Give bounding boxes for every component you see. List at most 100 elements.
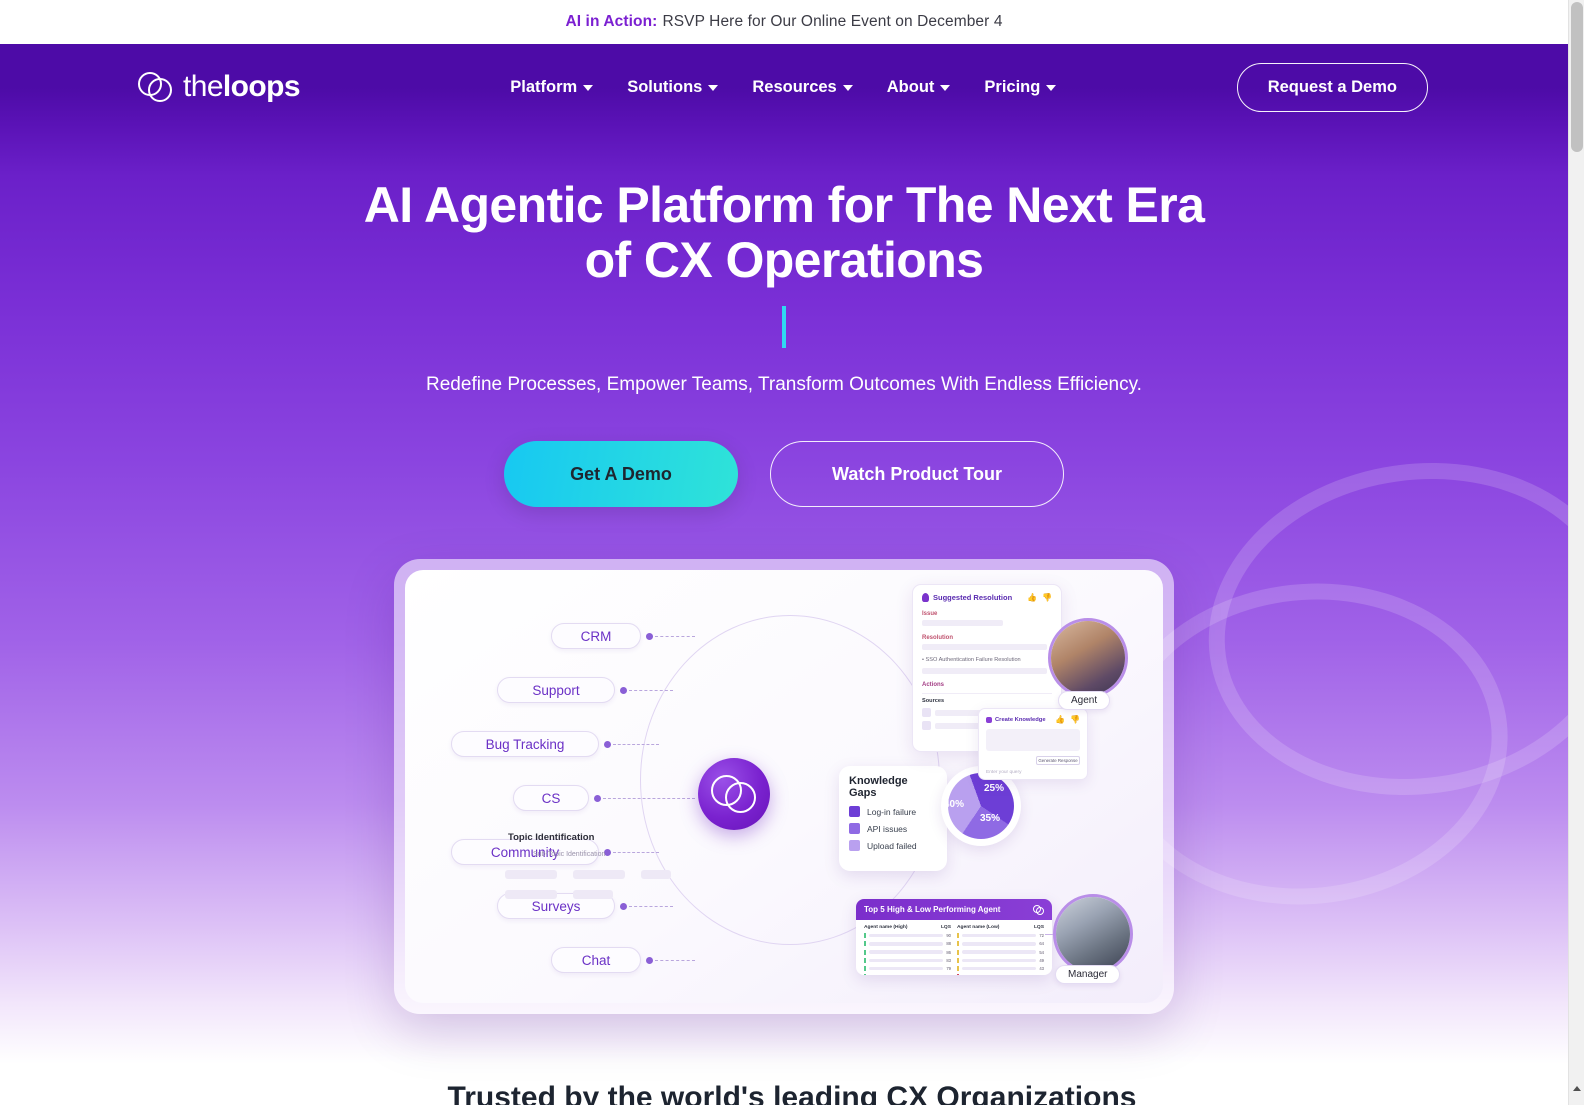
knowledge-gaps-card: Knowledge Gaps Log-in failure API issues… (839, 766, 947, 871)
create-knowledge-card: Create Knowledge 👍 👎 Generate Response E… (978, 708, 1088, 780)
source-pill-bug-tracking[interactable]: Bug Tracking (451, 731, 599, 757)
hero-copy: AI Agentic Platform for The Next Era of … (0, 130, 1568, 507)
table-row: 76 (864, 974, 951, 975)
legend-item: Log-in failure (849, 806, 937, 817)
placeholder-bar (573, 870, 625, 879)
legend-item: API issues (849, 823, 937, 834)
placeholder-bar (505, 890, 557, 899)
table-row: 88 (864, 941, 951, 947)
connector-dash (629, 690, 673, 691)
placeholder-bar (922, 644, 1047, 650)
announcement-link[interactable]: RSVP Here for Our Online Event on Decemb… (662, 13, 1002, 31)
pie-label-25: 25% (984, 783, 1005, 794)
get-a-demo-button[interactable]: Get A Demo (504, 441, 738, 507)
generate-response-button[interactable]: Generate Response (1036, 756, 1080, 765)
legend-item: Upload failed (849, 840, 937, 851)
connector-dash (629, 906, 673, 907)
nav-item-resources[interactable]: Resources (752, 77, 853, 97)
resolution-label: Resolution (922, 635, 953, 641)
legend-swatch (849, 840, 860, 851)
lqs-value: 49 (1039, 957, 1044, 963)
create-knowledge-body (986, 729, 1080, 751)
thumbs-down-icon[interactable]: 👎 (1042, 593, 1052, 602)
nav-item-pricing[interactable]: Pricing (984, 78, 1057, 97)
nav-item-about[interactable]: About (887, 78, 951, 97)
table-row: 43 (957, 965, 1044, 971)
nav-label-resources: Resources (752, 77, 837, 96)
request-demo-button[interactable]: Request a Demo (1236, 62, 1428, 112)
actions-label: Actions (922, 682, 945, 688)
lqs-value: 64 (1039, 941, 1044, 947)
feedback-icons: 👍 👎 (1055, 715, 1080, 724)
table-row: 83 (864, 957, 951, 963)
connector-dot (620, 687, 627, 694)
feedback-icons: 👍 👎 (1027, 593, 1052, 602)
lqs-value: 88 (946, 941, 951, 947)
nav-links: Platform Solutions Resources About Prici… (330, 78, 1237, 97)
table-row-alert: 38 (957, 974, 1044, 975)
nav-item-platform[interactable]: Platform (510, 77, 594, 97)
page-scrollbar[interactable] (1568, 0, 1584, 1105)
top-agents-grid: Agent name (High) LQS 90 88 86 83 79 76 … (856, 920, 1052, 975)
lqs-value: 76 (946, 974, 951, 975)
connector-dot (646, 957, 653, 964)
connector-dot (604, 741, 611, 748)
table-row: 49 (957, 957, 1044, 963)
legend-swatch (849, 806, 860, 817)
placeholder-bar (922, 620, 1003, 626)
loops-logo-icon (1033, 904, 1044, 915)
connector-dash (655, 960, 695, 961)
brand-logo-text: theloops (183, 70, 301, 104)
lqs-value: 90 (946, 933, 951, 939)
source-pill-crm[interactable]: CRM (551, 623, 641, 649)
lqs-value: 79 (946, 965, 951, 971)
loops-logo-icon (138, 70, 174, 104)
connector-dash (655, 636, 695, 637)
scrollbar-thumb[interactable] (1571, 2, 1583, 152)
source-pill-cs[interactable]: CS (513, 785, 589, 811)
thumbs-up-icon[interactable]: 👍 (1027, 593, 1037, 602)
nav-item-solutions[interactable]: Solutions (627, 78, 719, 97)
legend-label: Log-in failure (867, 806, 917, 817)
top-agents-card: Top 5 High & Low Performing Agent Agent … (856, 899, 1052, 975)
avatar-agent (1048, 618, 1128, 698)
source-app-icon (922, 721, 931, 730)
thumbs-up-icon[interactable]: 👍 (1055, 715, 1065, 724)
hero-cta-row: Get A Demo Watch Product Tour (0, 441, 1568, 507)
pie-label-40: 40% (944, 799, 965, 810)
nav-label-platform: Platform (510, 77, 578, 96)
create-knowledge-input[interactable]: Enter your query (986, 770, 1080, 775)
chevron-down-icon (842, 85, 853, 91)
topic-identification-label: Topic Identification (508, 832, 595, 843)
sources-label: Sources (922, 698, 945, 704)
low-performers-column: Agent name (Low) LQS 72 64 54 49 43 38 (957, 925, 1044, 975)
brand-logo-loops: loops (222, 70, 301, 103)
table-row: 64 (957, 941, 1044, 947)
thumbs-down-icon[interactable]: 👎 (1070, 715, 1080, 724)
watch-product-tour-button[interactable]: Watch Product Tour (770, 441, 1064, 507)
page-title: AI Agentic Platform for The Next Era of … (363, 177, 1205, 288)
knowledge-gaps-pie-chart: 40% 25% 35% (944, 773, 1014, 839)
knowledge-gaps-title: Knowledge Gaps (849, 775, 908, 799)
source-pill-chat[interactable]: Chat (551, 947, 641, 973)
brand-logo[interactable]: theloops (138, 70, 301, 104)
lightbulb-icon (922, 593, 929, 602)
connector-dot (646, 633, 653, 640)
source-pill-support[interactable]: Support (497, 677, 615, 703)
create-knowledge-title-group: Create Knowledge (986, 716, 1046, 723)
announcement-bar[interactable]: AI in Action: RSVP Here for Our Online E… (0, 0, 1568, 44)
main-navbar: theloops Platform Solutions Resources Ab… (0, 44, 1568, 130)
product-screenshot: CRM Support Bug Tracking CS Community Su… (405, 570, 1163, 1003)
source-app-icon (922, 708, 931, 717)
chevron-down-icon (940, 85, 951, 91)
pie-label-35: 35% (980, 813, 1001, 824)
legend-label: API issues (867, 823, 908, 834)
placeholder-bar (573, 890, 613, 899)
col-agent-name-high: Agent name (High) (864, 925, 908, 930)
connector-dot (620, 903, 627, 910)
scroll-down-arrow-icon[interactable] (1573, 1086, 1581, 1091)
create-knowledge-header: Create Knowledge 👍 👎 (986, 715, 1080, 724)
table-row: 72 (957, 933, 1044, 939)
avatar-manager-label: Manager (1055, 965, 1121, 984)
trusted-heading: Trusted by the world's leading CX Organi… (447, 1081, 1137, 1105)
